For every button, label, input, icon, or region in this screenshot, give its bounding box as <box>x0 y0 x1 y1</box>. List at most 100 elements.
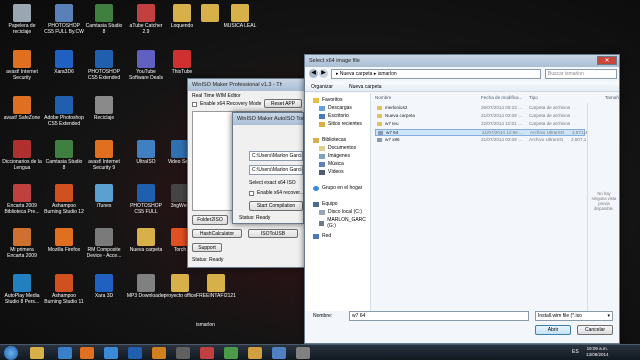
nav-computer[interactable]: Equipo <box>313 201 338 207</box>
explorer-icon[interactable] <box>30 347 44 359</box>
desktop-icon-item[interactable]: avast! Internet Security <box>2 50 42 81</box>
desktop-icon-item[interactable]: Xara 3D <box>84 274 124 300</box>
desktop-icon-item[interactable]: Adobe Photoshop CS5 Extended <box>44 96 84 127</box>
ie-icon[interactable] <box>104 347 118 359</box>
desktop-icon-label: UltraISO <box>136 159 156 165</box>
desktop-icon-item[interactable]: AutoPlay Media Studio 8 Pers... <box>2 274 42 305</box>
cancel-button[interactable]: Cancelar <box>577 325 613 335</box>
app-icon[interactable] <box>248 347 262 359</box>
folder2iso-button[interactable]: Folder2ISO <box>192 215 228 225</box>
new-folder-button[interactable]: Nueva carpeta <box>349 82 382 92</box>
desktop-icon-item[interactable]: avast! Internet Security 9 <box>84 140 124 171</box>
desktop-icon-item[interactable]: ThisTube <box>162 50 202 76</box>
ismarlon-label: ismarlon <box>196 322 215 328</box>
file-row[interactable]: w7 64 21/07/2014 12:56 ... Archivo UltraIS… <box>375 129 587 136</box>
desktop-icon-item[interactable]: avast! SafeZone <box>2 96 42 122</box>
enable-recover-checkbox[interactable]: Enable x64 recover... <box>249 190 304 196</box>
address-bar[interactable]: ▸ Nueva carpeta ▸ ismarlon <box>331 69 541 79</box>
file-row[interactable]: Nueva carpeta 21/07/2014 03:08 ... Carpeta… <box>375 113 585 120</box>
nav-downloads[interactable]: Descargas <box>319 105 352 111</box>
app-icon <box>137 184 155 202</box>
winiso-titlebar[interactable]: WinISO Maker Professional v1.3 - The all… <box>188 79 304 91</box>
desktop-icon-label: avast! Internet Security <box>6 69 38 81</box>
nav-favorites[interactable]: Favoritos <box>313 97 343 103</box>
desktop-icon-item[interactable]: Xara3D6 <box>44 50 84 76</box>
close-icon[interactable]: ✕ <box>597 56 617 65</box>
desktop-icon-item[interactable]: Mi primera Encarta 2009 <box>2 228 42 259</box>
nav-recent[interactable]: Sitios recientes <box>319 121 362 127</box>
status-value: Ready <box>255 215 271 221</box>
file-dialog-titlebar[interactable]: Select x64 image file ✕ <box>305 55 619 67</box>
app-icon[interactable] <box>296 347 310 359</box>
hash-calculator-button[interactable]: HashCalculator <box>192 229 242 238</box>
col-date[interactable]: Fecha de modifica... <box>481 95 522 100</box>
nav-local-disk[interactable]: Disco local (C:) <box>319 209 362 215</box>
file-row[interactable]: merlonios2 26/07/2014 05:23 ... Carpeta de… <box>375 105 585 112</box>
desktop-icon-item[interactable]: Ashampoo Burning Studio 11 <box>44 274 84 305</box>
desktop-icon-item[interactable]: proyecto office <box>160 274 200 300</box>
desktop-icon-item[interactable]: aTube Catcher 2.9 <box>126 4 166 35</box>
iso2usb-button[interactable]: ISOToUSB <box>248 229 298 238</box>
desktop-icon-item[interactable]: Reciclaje <box>84 96 124 122</box>
nav-documents[interactable]: Documentos <box>319 145 356 151</box>
nav-pictures[interactable]: Imágenes <box>319 153 350 159</box>
file-row[interactable]: w7 x86 21/07/2014 03:08 ... Archivo UltraI… <box>375 137 586 144</box>
app-icon[interactable] <box>152 347 166 359</box>
desktop-icon-item[interactable]: Papelera de reciclaje <box>2 4 42 35</box>
nav-back-icon[interactable]: ◀ <box>309 69 318 78</box>
desktop-icon-item[interactable]: PHOTOSHOP CS5 FULL By.CW <box>44 4 84 35</box>
app-icon[interactable] <box>200 347 214 359</box>
x64-recovery-checkbox[interactable]: Enable x64 Recovery Mode <box>192 101 261 107</box>
nav-homegroup[interactable]: Grupo en el hogar <box>313 185 362 191</box>
autoiso-titlebar[interactable]: WinISO Maker AutoISO Tool <box>233 113 305 125</box>
filename-input[interactable]: w7 64 <box>349 311 529 321</box>
file-type: Archivo UltraISO <box>530 130 565 135</box>
nav-network[interactable]: Red <box>313 233 331 239</box>
app-icon[interactable] <box>224 347 238 359</box>
app-icon[interactable] <box>176 347 190 359</box>
desktop-icon-item[interactable]: FREEINTAFI2121 <box>196 274 236 300</box>
path-field-1[interactable]: C:\Users\Marlon Garcia <box>249 151 303 161</box>
file-row[interactable]: w7 teu 22/07/2014 10:01 ... Carpeta de arc… <box>375 121 585 128</box>
open-button[interactable]: Abrir <box>535 325 571 335</box>
nav-downloads-label: Descargas <box>328 105 352 111</box>
desktop-icon-item[interactable]: PHOTOSHOP CS5 Extended <box>84 50 124 81</box>
start-button[interactable] <box>4 346 18 360</box>
filetype-select[interactable]: Install.wim file (*.iso ▾ <box>535 311 613 321</box>
usb-drive-icon <box>319 220 325 226</box>
col-name[interactable]: Nombre <box>375 95 391 100</box>
search-input[interactable]: Buscar ismarlon <box>545 69 617 79</box>
firefox-icon[interactable] <box>80 347 94 359</box>
breadcrumb-item[interactable]: ismarlon <box>378 71 397 77</box>
desktop-icon-item[interactable]: Camtasia Studio 8 <box>84 4 124 35</box>
support-button[interactable]: Support <box>192 243 222 252</box>
desktop-icon-item[interactable]: MUSICA LEAL <box>220 4 260 30</box>
desktop-icon-item[interactable]: Camtasia Studio 8 <box>44 140 84 171</box>
nav-videos[interactable]: Vídeos <box>319 169 344 175</box>
desktop-icon-item[interactable]: YouTube Software Deals <box>126 50 166 81</box>
nav-computer-label: Equipo <box>322 201 338 207</box>
desktop-icon-item[interactable]: Diccionarios de la Lengua <box>2 140 42 171</box>
organize-button[interactable]: Organizar <box>311 82 333 92</box>
nav-libraries[interactable]: Bibliotecas <box>313 137 346 143</box>
app-icon[interactable] <box>272 347 286 359</box>
col-type[interactable]: Tipo <box>529 95 538 100</box>
photoshop-icon[interactable] <box>128 347 142 359</box>
media-player-icon[interactable] <box>58 347 72 359</box>
desktop-icon-item[interactable]: Mozilla Firefox <box>44 228 84 254</box>
desktop-icon-item[interactable]: Ashampoo Burning Studio 12 <box>44 184 84 215</box>
start-compilation-button[interactable]: Start Compilation <box>249 201 303 211</box>
desktop-icon-item[interactable]: Encarta 2009 Biblioteca Pre... <box>2 184 42 215</box>
reset-app-button[interactable]: Reset APP <box>264 99 302 108</box>
nav-music[interactable]: Música <box>319 161 344 167</box>
desktop-icon-item[interactable]: iTunes <box>84 184 124 210</box>
col-size[interactable]: Tamaño <box>605 95 619 100</box>
nav-desktop[interactable]: Escritorio <box>319 113 349 119</box>
clock[interactable]: 19:09 a.m. 13/08/2014 <box>586 346 609 358</box>
desktop-icon-item[interactable]: RM Composite Device - Acce... <box>84 228 124 259</box>
path-field-2[interactable]: C:\Users\Marlon Garcia <box>249 165 303 175</box>
language-indicator[interactable]: ES <box>572 349 579 355</box>
nav-usb-drive[interactable]: MARLON_GARC (G:) <box>319 217 370 229</box>
breadcrumb-item[interactable]: Nueva carpeta <box>340 71 373 77</box>
nav-forward-icon[interactable]: ▶ <box>319 69 328 78</box>
